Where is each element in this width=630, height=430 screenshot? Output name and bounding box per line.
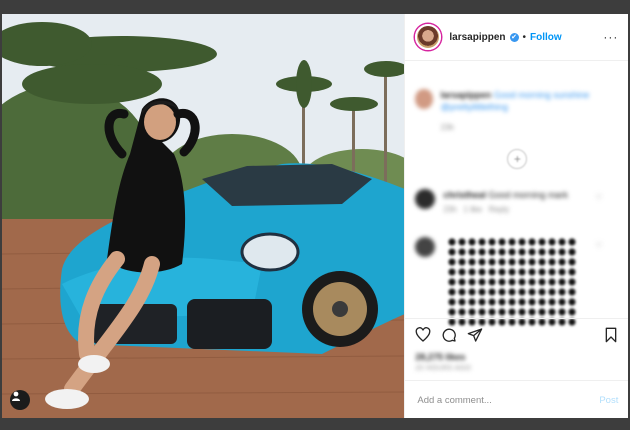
post-actions-bar [405, 318, 628, 349]
comment-likes[interactable]: 1 like [463, 205, 482, 214]
follow-button[interactable]: Follow [530, 32, 562, 43]
caption-row: larsapippen Good morning sunshine @prett… [415, 89, 628, 132]
photo-scene [2, 14, 405, 418]
caption-avatar[interactable] [415, 89, 433, 109]
comment-avatar[interactable] [415, 237, 436, 257]
username-link[interactable]: larsapippen [449, 32, 505, 43]
post-side-panel: larsapippen ✔ • Follow ··· larsapippen G… [404, 14, 628, 418]
bookmark-icon[interactable] [604, 327, 618, 348]
comments-list[interactable]: larsapippen Good morning sunshine @prett… [405, 61, 628, 327]
verified-icon: ✔ [509, 32, 519, 42]
comment-row-censored [415, 237, 436, 257]
more-options-icon[interactable]: ··· [603, 30, 618, 44]
comment-avatar[interactable] [415, 189, 436, 209]
load-more-button[interactable]: + [507, 149, 528, 169]
post-modal: larsapippen ✔ • Follow ··· larsapippen G… [2, 14, 628, 418]
comment-text: Good morning mark [488, 190, 568, 200]
post-comment-button[interactable]: Post [599, 395, 618, 406]
avatar[interactable] [415, 24, 442, 50]
comment-like-icon[interactable]: ♡ [595, 241, 614, 250]
post-timestamp: 20 HOURS AGO [415, 365, 472, 372]
add-comment-bar: Post [405, 380, 628, 418]
share-icon[interactable] [467, 327, 483, 348]
plus-icon: + [513, 152, 521, 166]
comment-username[interactable]: christheal [443, 190, 486, 200]
comment-icon[interactable] [441, 327, 457, 348]
user-tag-button[interactable] [10, 390, 30, 410]
comment-input[interactable] [415, 393, 580, 407]
caption-username[interactable]: larsapippen [441, 90, 492, 100]
separator-dot: • [522, 31, 527, 43]
page-backdrop: larsapippen ✔ • Follow ··· larsapippen G… [0, 0, 630, 430]
censored-comment-text [447, 237, 578, 327]
post-header: larsapippen ✔ • Follow ··· [405, 14, 628, 61]
comment-time: 23h [443, 205, 457, 214]
comment-row: christheal Good morning mark 23h 1 like … [415, 189, 603, 214]
caption-time: 23h [440, 123, 455, 132]
post-photo[interactable] [2, 14, 405, 418]
likes-count[interactable]: 28,275 likes [415, 352, 465, 362]
heart-icon[interactable] [415, 327, 431, 348]
reply-button[interactable]: Reply [489, 205, 509, 214]
